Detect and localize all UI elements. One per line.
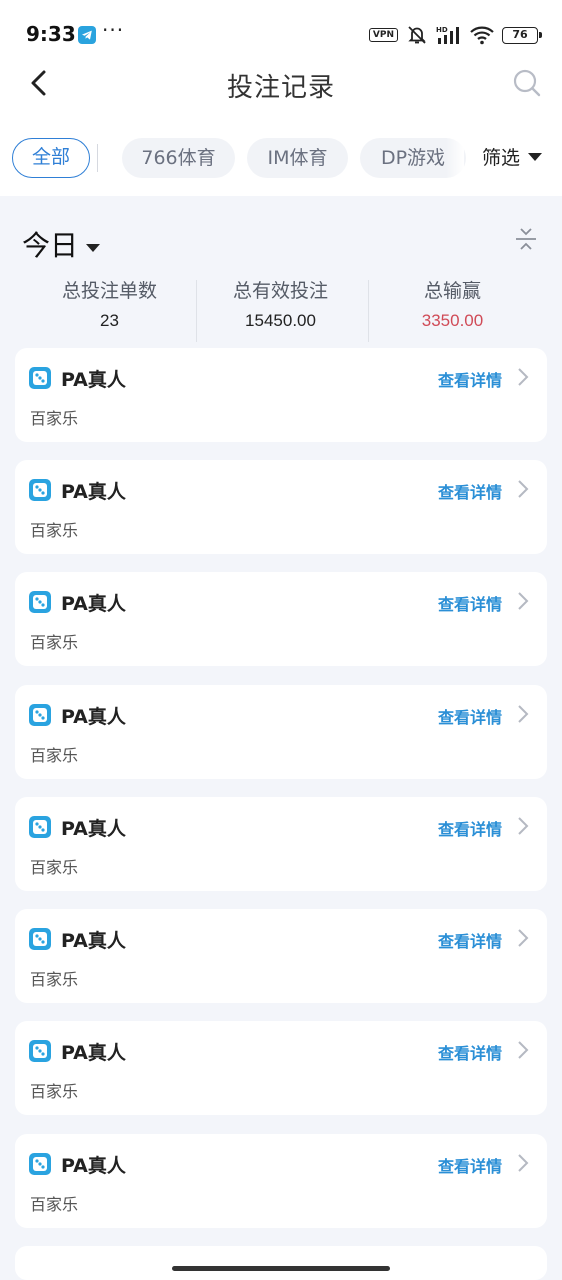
tab-all[interactable]: 全部 <box>12 138 90 178</box>
caret-down-icon <box>528 152 543 161</box>
search-icon[interactable] <box>512 68 542 98</box>
page-title: 投注记录 <box>226 73 335 103</box>
record-title: PA真人 <box>61 930 126 952</box>
dice-icon <box>29 591 51 613</box>
dice-icon <box>29 928 51 950</box>
list-item[interactable]: PA真人 百家乐 查看详情 <box>15 1134 547 1228</box>
list-item[interactable]: PA真人 百家乐 查看详情 <box>15 460 547 554</box>
stat-label: 总有效投注 <box>232 280 328 302</box>
stat-win-loss: 总输赢 3350.00 <box>367 272 538 342</box>
mute-bell-icon <box>408 26 426 44</box>
record-subtitle: 百家乐 <box>30 970 79 989</box>
record-subtitle: 百家乐 <box>30 746 79 765</box>
chevron-right-icon <box>518 1041 529 1059</box>
record-subtitle: 百家乐 <box>30 1195 79 1214</box>
dice-icon <box>29 704 51 726</box>
view-details-link[interactable]: 查看详情 <box>438 928 502 952</box>
chevron-right-icon <box>518 592 529 610</box>
record-title: PA真人 <box>61 706 126 728</box>
svg-text:HD: HD <box>436 26 448 34</box>
dice-icon <box>29 1040 51 1062</box>
dice-icon <box>29 1153 51 1175</box>
nav-bar: 投注记录 <box>0 54 562 114</box>
view-details-link[interactable]: 查看详情 <box>438 816 502 840</box>
vpn-icon: VPN <box>368 28 398 42</box>
view-details-link[interactable]: 查看详情 <box>438 367 502 391</box>
record-title: PA真人 <box>61 818 126 840</box>
record-subtitle: 百家乐 <box>30 1082 79 1101</box>
stat-valid-bets: 总有效投注 15450.00 <box>195 272 366 342</box>
chevron-right-icon <box>518 368 529 386</box>
dice-icon <box>29 816 51 838</box>
signal-icon: HD <box>436 26 459 44</box>
status-icons: VPN HD 76 <box>368 24 542 46</box>
status-time: 9:33 <box>26 22 76 46</box>
record-title: PA真人 <box>61 369 126 391</box>
record-subtitle: 百家乐 <box>30 633 79 652</box>
dice-icon <box>29 479 51 501</box>
list-item[interactable]: PA真人 百家乐 查看详情 <box>15 909 547 1003</box>
stat-total-bets: 总投注单数 23 <box>24 272 195 342</box>
view-details-link[interactable]: 查看详情 <box>438 704 502 728</box>
list-item[interactable]: PA真人 百家乐 查看详情 <box>15 685 547 779</box>
date-selector[interactable]: 今日 <box>22 224 101 264</box>
stat-value: 23 <box>100 311 119 330</box>
list-item-partial[interactable] <box>15 1246 547 1280</box>
record-title: PA真人 <box>61 1155 126 1177</box>
list-item[interactable]: PA真人 百家乐 查看详情 <box>15 572 547 666</box>
view-details-link[interactable]: 查看详情 <box>438 1040 502 1064</box>
date-label: 今日 <box>22 229 79 262</box>
chevron-right-icon <box>518 817 529 835</box>
list-item[interactable]: PA真人 百家乐 查看详情 <box>15 1021 547 1115</box>
collapse-icon[interactable] <box>514 226 538 252</box>
more-notifications-icon: ··· <box>102 18 125 42</box>
record-subtitle: 百家乐 <box>30 858 79 877</box>
list-item[interactable]: PA真人 百家乐 查看详情 <box>15 797 547 891</box>
category-tabs: 全部 766体育 IM体育 DP游戏 筛选 <box>0 138 562 180</box>
tabs-fade <box>446 138 464 180</box>
chevron-right-icon <box>518 705 529 723</box>
filter-label: 筛选 <box>482 147 521 169</box>
record-title: PA真人 <box>61 481 126 503</box>
telegram-icon <box>78 26 96 44</box>
record-subtitle: 百家乐 <box>30 409 79 428</box>
tab-divider <box>97 144 98 172</box>
tab-766-sports[interactable]: 766体育 <box>122 138 235 178</box>
record-subtitle: 百家乐 <box>30 521 79 540</box>
record-title: PA真人 <box>61 593 126 615</box>
dice-icon <box>29 367 51 389</box>
filter-button[interactable]: 筛选 <box>466 138 562 178</box>
home-indicator[interactable] <box>172 1266 390 1271</box>
chevron-right-icon <box>518 1154 529 1172</box>
stat-label: 总投注单数 <box>61 280 157 302</box>
stat-label: 总输赢 <box>423 280 481 302</box>
tab-im-sports[interactable]: IM体育 <box>247 138 348 178</box>
list-item[interactable]: PA真人 百家乐 查看详情 <box>15 348 547 442</box>
view-details-link[interactable]: 查看详情 <box>438 479 502 503</box>
battery-icon: 76 <box>502 26 542 44</box>
stat-value: 3350.00 <box>421 311 484 330</box>
view-details-link[interactable]: 查看详情 <box>438 1153 502 1177</box>
summary-stats: 总投注单数 23 总有效投注 15450.00 总输赢 3350.00 <box>24 272 538 342</box>
record-title: PA真人 <box>61 1042 126 1064</box>
chevron-right-icon <box>518 480 529 498</box>
view-details-link[interactable]: 查看详情 <box>438 591 502 615</box>
chevron-right-icon <box>518 929 529 947</box>
stat-value: 15450.00 <box>245 311 316 330</box>
caret-down-icon <box>86 243 101 252</box>
wifi-icon <box>470 26 494 45</box>
